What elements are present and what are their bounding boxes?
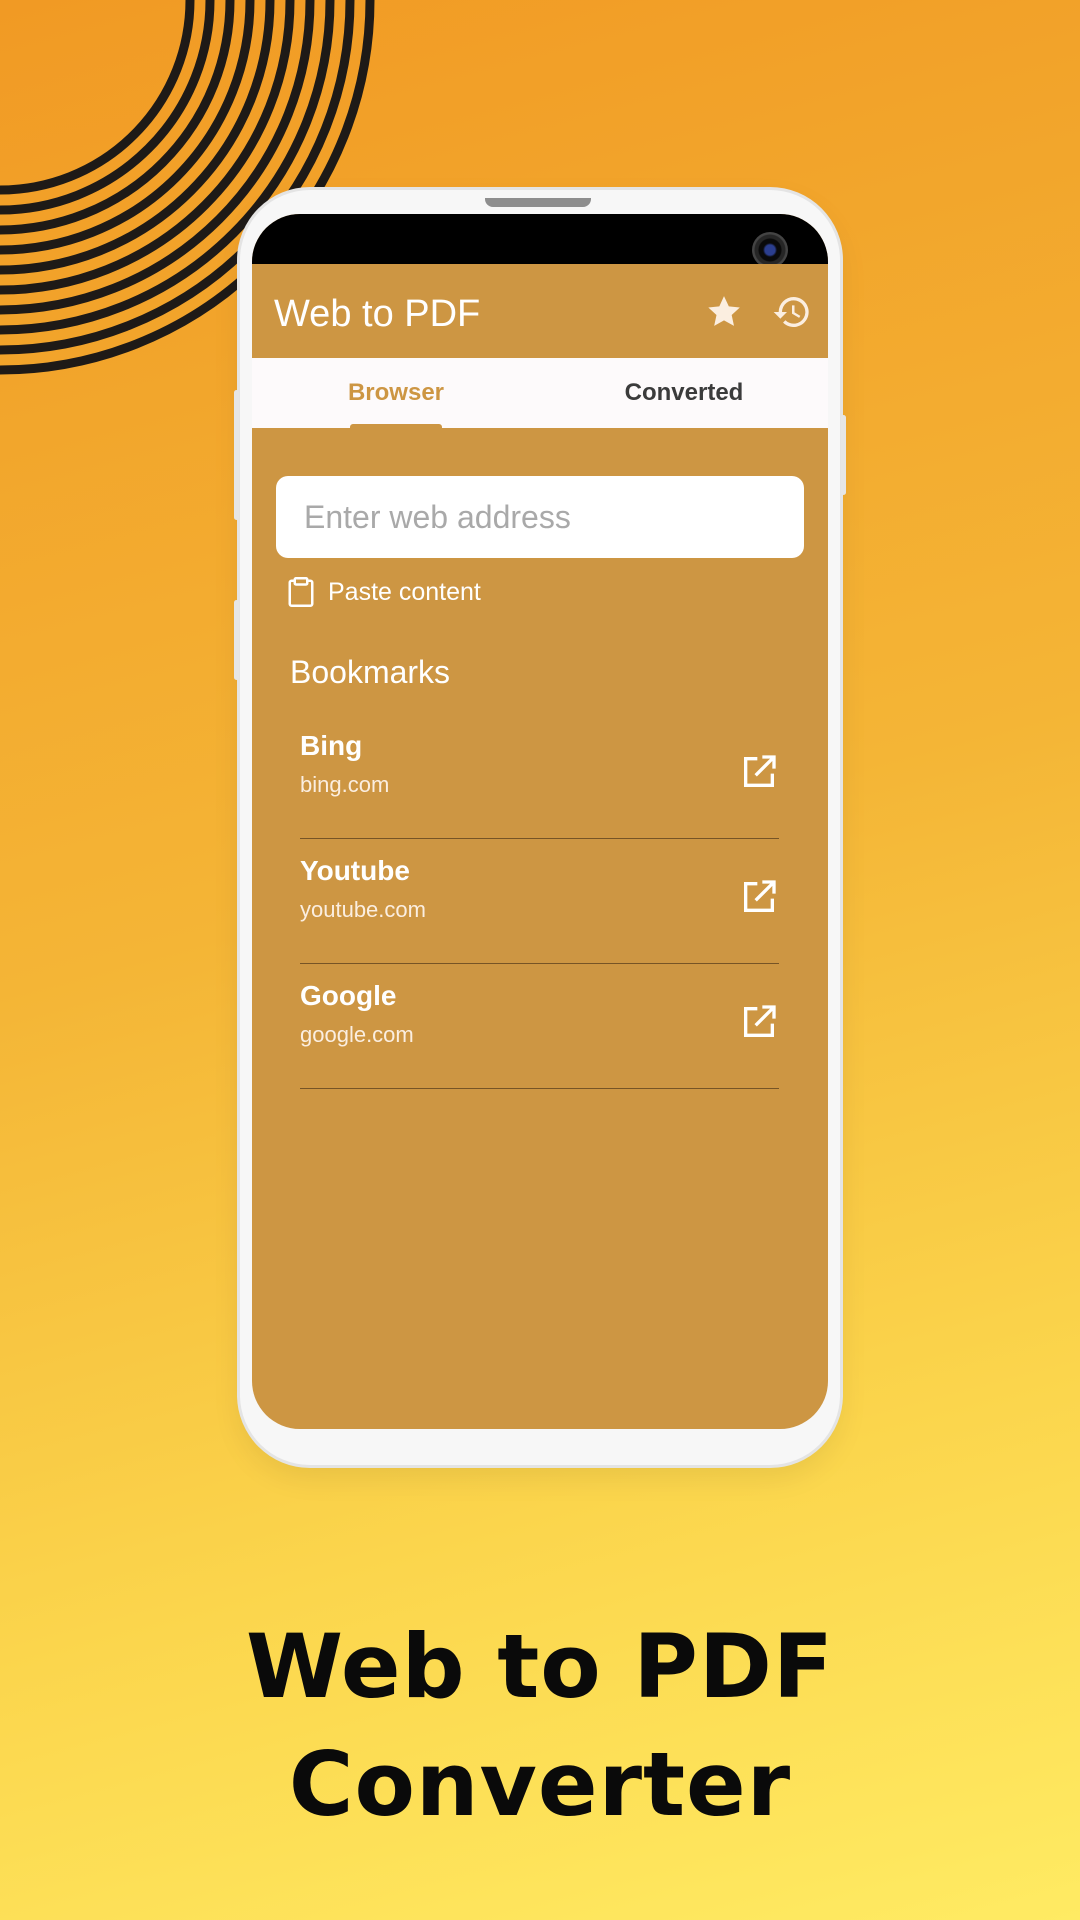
phone-side-button <box>234 390 239 520</box>
phone-screen: Web to PDF Browser Converted Paste conte… <box>252 214 828 1429</box>
bookmark-list: Bing bing.com Youtube youtube.com Google… <box>300 714 779 1089</box>
open-external-icon[interactable] <box>739 752 779 792</box>
app-title: Web to PDF <box>274 293 481 335</box>
bookmark-item[interactable]: Bing bing.com <box>300 714 779 839</box>
phone-mockup: Web to PDF Browser Converted Paste conte… <box>234 190 846 1465</box>
open-external-icon[interactable] <box>739 1002 779 1042</box>
paste-content-label: Paste content <box>328 577 481 606</box>
tab-bar: Browser Converted <box>252 358 828 428</box>
bookmark-url: bing.com <box>300 772 390 797</box>
bookmark-url: google.com <box>300 1022 414 1047</box>
phone-side-button <box>234 600 239 680</box>
promo-headline-line-1: Web to PDF <box>245 1615 835 1718</box>
bookmark-name: Google <box>300 980 397 1011</box>
bookmark-item[interactable]: Youtube youtube.com <box>300 839 779 964</box>
promo-headline-line-2: Converter <box>288 1733 792 1836</box>
bookmark-name: Youtube <box>300 855 410 886</box>
bookmark-url: youtube.com <box>300 897 426 922</box>
front-camera <box>752 232 788 268</box>
tab-converted[interactable]: Converted <box>540 358 828 428</box>
bookmark-name: Bing <box>300 730 363 761</box>
phone-speaker <box>485 198 591 207</box>
tab-browser[interactable]: Browser <box>252 358 540 428</box>
history-icon[interactable] <box>772 292 812 332</box>
star-icon[interactable] <box>704 292 744 332</box>
bookmark-item[interactable]: Google google.com <box>300 964 779 1089</box>
bookmarks-heading: Bookmarks <box>290 654 451 690</box>
app-bar: Web to PDF <box>252 264 828 358</box>
clipboard-icon <box>288 577 314 607</box>
status-bar <box>252 214 828 268</box>
web-address-input[interactable] <box>276 476 804 558</box>
phone-side-button <box>841 415 846 495</box>
tab-indicator <box>350 424 442 428</box>
open-external-icon[interactable] <box>739 877 779 917</box>
paste-content-button[interactable]: Paste content <box>286 572 481 612</box>
